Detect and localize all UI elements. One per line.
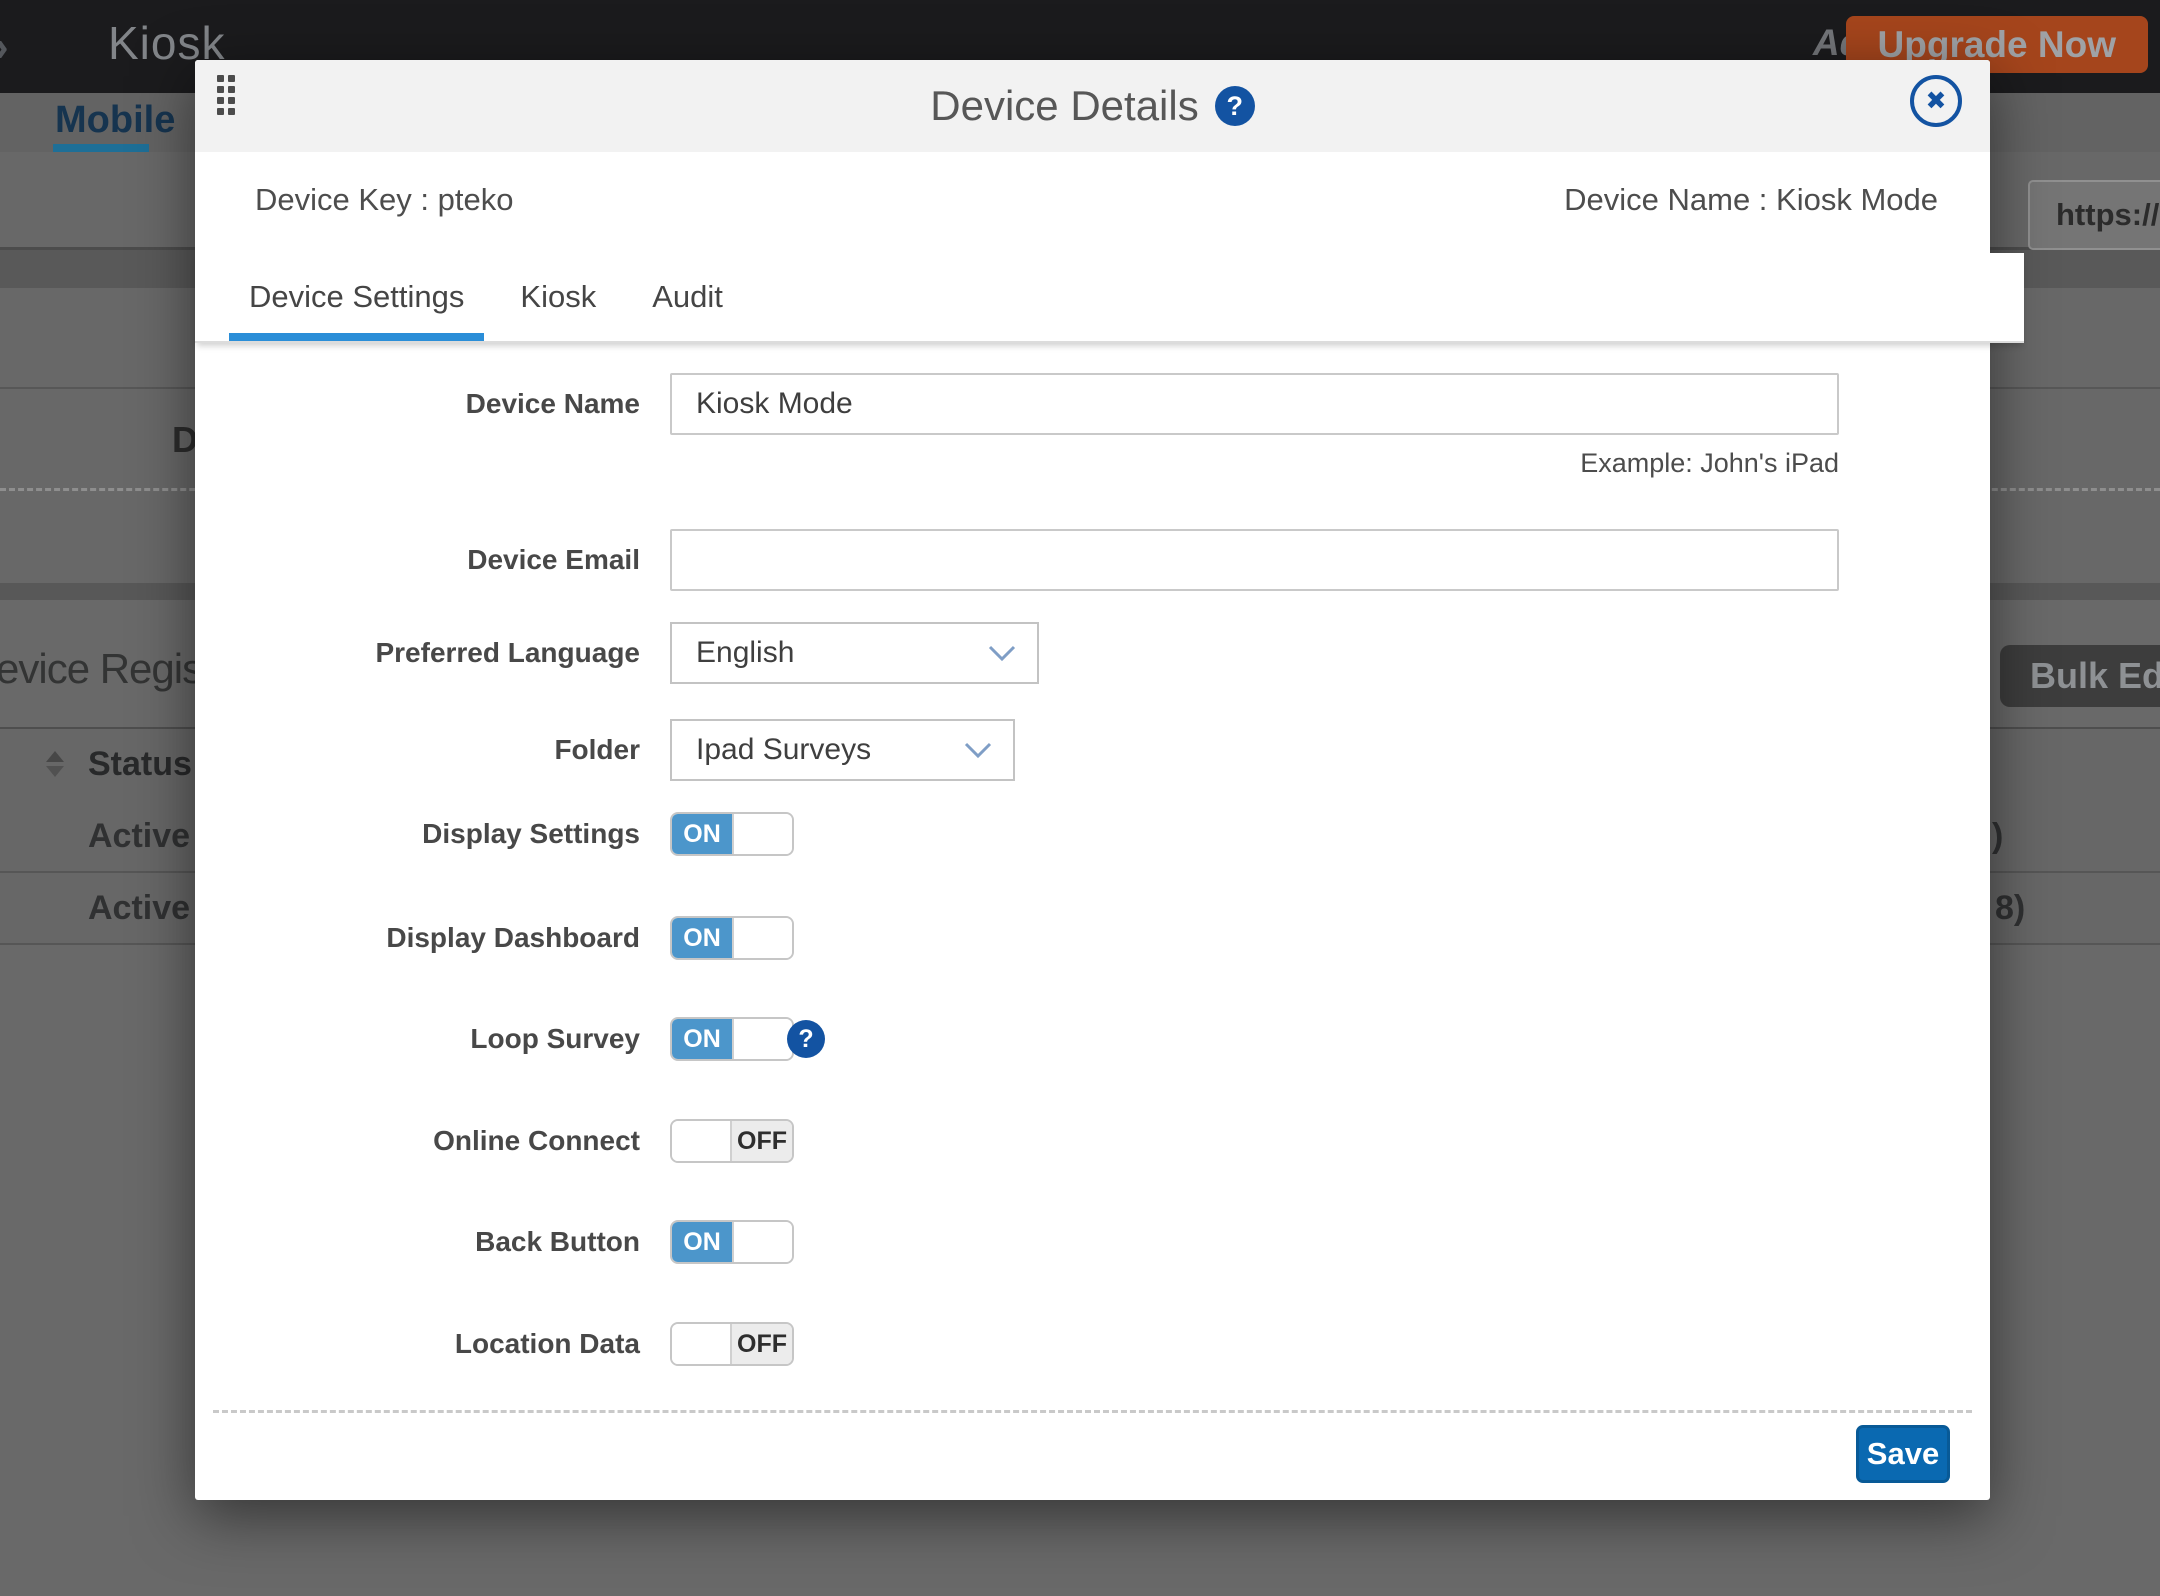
- tab-device-settings[interactable]: Device Settings: [229, 253, 484, 341]
- location-data-label: Location Data: [195, 1328, 640, 1360]
- close-icon[interactable]: ✖: [1910, 75, 1962, 127]
- help-icon[interactable]: ?: [1215, 86, 1255, 126]
- location-data-row: Location Data OFF: [195, 1322, 1990, 1366]
- status-cell: Active: [88, 889, 190, 928]
- toggle-state-label: OFF: [732, 1324, 792, 1364]
- sort-icon[interactable]: [46, 749, 64, 779]
- save-button[interactable]: Save: [1856, 1425, 1950, 1483]
- display-settings-toggle[interactable]: ON: [670, 812, 794, 856]
- clipped-cell: ): [1992, 817, 2003, 856]
- device-email-input[interactable]: [670, 529, 1839, 591]
- loop-survey-row: Loop Survey ON ?: [195, 1017, 1990, 1061]
- device-email-row: Device Email: [195, 529, 1990, 591]
- tab-mobile-underline: [53, 144, 149, 152]
- location-data-toggle[interactable]: OFF: [670, 1322, 794, 1366]
- tab-audit[interactable]: Audit: [632, 253, 743, 341]
- display-settings-row: Display Settings ON: [195, 812, 1990, 856]
- loop-survey-toggle[interactable]: ON: [670, 1017, 794, 1061]
- device-name-label: Device Name: [195, 388, 640, 420]
- folder-select[interactable]: Ipad Surveys: [670, 719, 1015, 781]
- back-button-row: Back Button ON: [195, 1220, 1990, 1264]
- display-settings-label: Display Settings: [195, 818, 640, 850]
- breadcrumb-chevron-icon: ›: [0, 22, 9, 72]
- preferred-language-label: Preferred Language: [195, 637, 640, 669]
- toggle-knob: [672, 1324, 732, 1364]
- clipped-cell: 8): [1995, 889, 2025, 928]
- chevron-down-icon: [987, 644, 1017, 662]
- preferred-language-select[interactable]: English: [670, 622, 1039, 684]
- device-meta-row: Device Key : pteko Device Name : Kiosk M…: [195, 152, 1990, 253]
- device-name-input[interactable]: [670, 373, 1839, 435]
- footer-divider: [213, 1410, 1972, 1413]
- modal-title: Device Details: [930, 82, 1198, 130]
- device-name-hint: Example: John's iPad: [670, 448, 1839, 479]
- status-column-header[interactable]: Status: [88, 745, 192, 784]
- back-button-toggle[interactable]: ON: [670, 1220, 794, 1264]
- toggle-knob: [732, 1019, 792, 1059]
- device-email-label: Device Email: [195, 544, 640, 576]
- device-key-text: Device Key : pteko: [255, 182, 513, 218]
- loop-survey-help-icon[interactable]: ?: [787, 1020, 825, 1058]
- online-connect-row: Online Connect OFF: [195, 1119, 1990, 1163]
- kiosk-url-input[interactable]: [2028, 180, 2160, 250]
- modal-header: Device Details ? ✖: [195, 60, 1990, 153]
- device-name-row: Device Name: [195, 373, 1990, 435]
- device-registration-heading: evice Registr: [0, 645, 226, 693]
- online-connect-label: Online Connect: [195, 1125, 640, 1157]
- display-dashboard-toggle[interactable]: ON: [670, 916, 794, 960]
- folder-value: Ipad Surveys: [696, 733, 871, 767]
- toggle-knob: [732, 814, 792, 854]
- toggle-state-label: ON: [672, 814, 732, 854]
- loop-survey-label: Loop Survey: [195, 1023, 640, 1055]
- tab-kiosk[interactable]: Kiosk: [500, 253, 616, 341]
- toggle-knob: [732, 1222, 792, 1262]
- modal-title-row: Device Details ?: [195, 60, 1990, 152]
- toggle-knob: [732, 918, 792, 958]
- modal-tabs: Device Settings Kiosk Audit: [195, 253, 2024, 343]
- tab-mobile[interactable]: Mobile: [55, 99, 175, 142]
- preferred-language-row: Preferred Language English: [195, 622, 1990, 684]
- screen: { "topbar": { "breadcrumb_chevron": "›",…: [0, 0, 2160, 1596]
- toggle-state-label: ON: [672, 918, 732, 958]
- online-connect-toggle[interactable]: OFF: [670, 1119, 794, 1163]
- preferred-language-value: English: [696, 636, 794, 670]
- display-dashboard-row: Display Dashboard ON: [195, 916, 1990, 960]
- toggle-state-label: ON: [672, 1222, 732, 1262]
- toggle-state-label: ON: [672, 1019, 732, 1059]
- folder-row: Folder Ipad Surveys: [195, 719, 1990, 781]
- folder-label: Folder: [195, 734, 640, 766]
- device-details-modal: Device Details ? ✖ Device Key : pteko De…: [195, 60, 1990, 1500]
- back-button-label: Back Button: [195, 1226, 640, 1258]
- chevron-down-icon: [963, 741, 993, 759]
- bulk-edit-devices-button[interactable]: Bulk Edit Dev: [2000, 645, 2160, 707]
- display-dashboard-label: Display Dashboard: [195, 922, 640, 954]
- device-name-text: Device Name : Kiosk Mode: [1564, 182, 1938, 218]
- toggle-state-label: OFF: [732, 1121, 792, 1161]
- status-cell: Active: [88, 817, 190, 856]
- toggle-knob: [672, 1121, 732, 1161]
